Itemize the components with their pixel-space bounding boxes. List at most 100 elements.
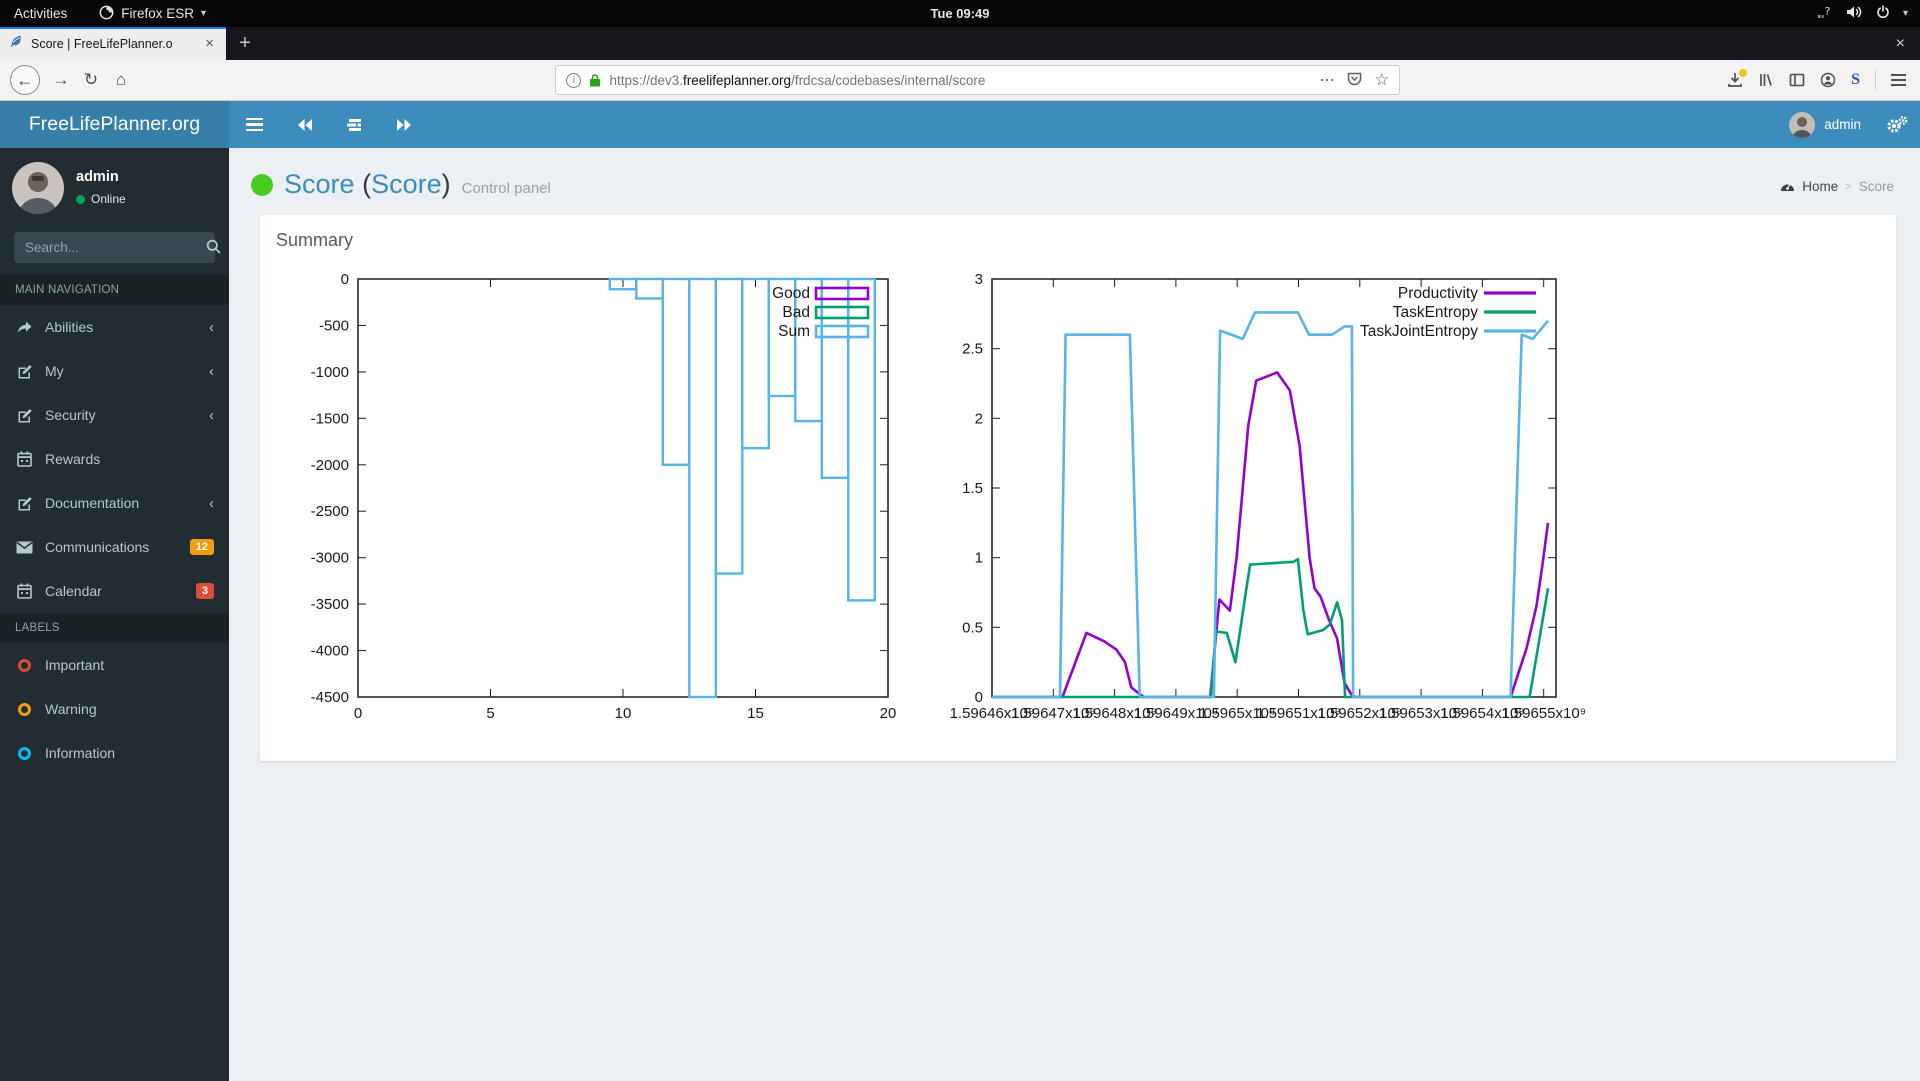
breadcrumb: Home > Score — [1780, 175, 1894, 195]
app-menu-button[interactable]: Firefox ESR ▾ — [91, 0, 214, 27]
system-tray[interactable]: ? ▾ — [1817, 0, 1920, 27]
page-info-icon[interactable]: i — [566, 72, 582, 88]
sidebar-item-my[interactable]: My ‹ — [0, 349, 229, 393]
sidebar-label-information[interactable]: Information — [0, 731, 229, 775]
svg-text:0.5: 0.5 — [962, 619, 983, 636]
back-button[interactable]: ← — [10, 65, 40, 95]
firefox-icon — [99, 5, 114, 23]
tab-close-button[interactable]: × — [202, 34, 217, 53]
svg-text:1: 1 — [975, 550, 983, 567]
sidebar-label-important[interactable]: Important — [0, 643, 229, 687]
power-icon — [1876, 5, 1890, 22]
activities-button[interactable]: Activities — [0, 0, 81, 27]
page-title: Score (Score) — [284, 169, 451, 199]
window-close-button[interactable]: × — [1881, 27, 1920, 60]
sidebar-search — [14, 232, 221, 263]
url-bar[interactable]: i https://dev3.freelifeplanner.org/frdcs… — [555, 65, 1401, 95]
svg-text:2.5: 2.5 — [962, 341, 983, 358]
browser-toolbar: ← → ↻ ⌂ i https://dev3.freelifeplanner.o… — [0, 60, 1920, 101]
sidebar-item-security[interactable]: Security ‹ — [0, 393, 229, 437]
downloads-button[interactable] — [1727, 69, 1748, 88]
svg-text:Bad: Bad — [782, 304, 810, 321]
reload-button[interactable]: ↻ — [76, 65, 106, 95]
svg-text:TaskEntropy: TaskEntropy — [1393, 304, 1479, 321]
chart-productivity-entropy: 1.59646x10⁹ 1.59647x10⁹ 1.59648x10⁹ 1.59649… — [946, 265, 1587, 732]
chart-good-bad-sum: 0 5 10 15 20 0 -500 -1000 -1500 -2000 -2500 -3000 -3… — [280, 265, 900, 732]
svg-text:2: 2 — [975, 410, 983, 427]
svg-text:-3000: -3000 — [311, 550, 349, 567]
new-tab-button[interactable]: + — [226, 27, 264, 60]
app-menu-label: Firefox ESR — [121, 6, 195, 21]
sidebar: admin Online MAIN NAVIGATION A — [0, 148, 229, 1081]
sidebar-item-rewards[interactable]: Rewards — [0, 437, 229, 481]
chevron-left-icon: ‹ — [209, 318, 214, 336]
forward-button[interactable]: → — [46, 65, 76, 95]
home-button[interactable]: ⌂ — [106, 65, 136, 95]
rewind-button[interactable] — [279, 101, 329, 148]
sidebar-section-header: MAIN NAVIGATION — [0, 275, 229, 305]
app-navbar: FreeLifePlanner.org admin — [0, 101, 1920, 148]
content-header: Score (Score) Control panel Home > Score — [229, 148, 1920, 200]
svg-text:?: ? — [1825, 5, 1831, 18]
sidebar-item-communications[interactable]: Communications 12 — [0, 525, 229, 569]
sidebar-item-documentation[interactable]: Documentation ‹ — [0, 481, 229, 525]
sidebar-username: admin — [76, 169, 119, 185]
app-brand[interactable]: FreeLifePlanner.org — [0, 101, 229, 148]
online-status-dot — [76, 194, 85, 204]
avatar — [1789, 111, 1816, 138]
edit-icon — [15, 407, 34, 423]
search-input[interactable] — [25, 240, 202, 255]
user-status[interactable]: Online — [76, 192, 126, 206]
svg-text:15: 15 — [747, 705, 764, 722]
sidebar-user-panel: admin Online — [0, 148, 229, 230]
pocket-icon[interactable] — [1347, 72, 1362, 89]
chevron-left-icon: ‹ — [209, 362, 214, 380]
edit-icon — [15, 363, 34, 379]
svg-text:0: 0 — [354, 705, 362, 722]
card-title: Summary — [276, 230, 354, 250]
fast-forward-button[interactable] — [379, 101, 429, 148]
dashboard-icon — [1780, 179, 1795, 195]
breadcrumb-home-link[interactable]: Home — [1802, 179, 1838, 194]
calendar-icon — [15, 583, 34, 599]
network-status-icon: ? — [1817, 5, 1833, 22]
sidebar-label-warning[interactable]: Warning — [0, 687, 229, 731]
svg-text:0: 0 — [975, 689, 983, 706]
envelope-icon — [15, 541, 34, 554]
sidebar-item-abilities[interactable]: Abilities ‹ — [0, 305, 229, 349]
svg-text:TaskJointEntropy: TaskJointEntropy — [1360, 323, 1478, 340]
summary-card: Summary 0 5 10 15 20 0 -500 -1000 -1500 -2000 -250… — [260, 215, 1896, 761]
s-extension-button[interactable]: S — [1851, 71, 1860, 89]
browser-tab-active[interactable]: Score | FreeLifePlanner.o × — [0, 27, 226, 60]
chevron-down-icon: ▾ — [1902, 8, 1908, 19]
circle-outline-icon — [18, 746, 31, 760]
library-button[interactable] — [1758, 72, 1774, 88]
page-actions-icon[interactable]: ⋯ — [1319, 70, 1335, 90]
svg-text:Sum: Sum — [778, 323, 810, 340]
user-menu-button[interactable]: admin — [1776, 101, 1874, 148]
clock[interactable]: Tue 09:49 — [930, 6, 989, 21]
breadcrumb-separator: > — [1845, 180, 1852, 193]
svg-text:Productivity: Productivity — [1398, 285, 1478, 302]
avatar — [12, 162, 64, 214]
search-button[interactable] — [202, 235, 225, 261]
settings-gears-button[interactable] — [1874, 101, 1920, 148]
sidebar-item-calendar[interactable]: Calendar 3 — [0, 569, 229, 613]
svg-text:-1500: -1500 — [311, 410, 349, 427]
circle-outline-icon — [18, 658, 31, 672]
svg-text:-4000: -4000 — [311, 643, 349, 660]
sidebar-section-header: LABELS — [0, 613, 229, 643]
bookmark-star-icon[interactable]: ☆ — [1374, 70, 1389, 90]
browser-menu-button[interactable] — [1891, 74, 1906, 86]
account-button[interactable] — [1820, 72, 1836, 88]
circle-outline-icon — [18, 702, 31, 716]
chevron-left-icon: ‹ — [209, 406, 214, 424]
calendar-badge: 3 — [195, 583, 214, 599]
system-top-bar: Activities Firefox ESR ▾ Tue 09:49 ? ▾ — [0, 0, 1920, 27]
communications-badge: 12 — [189, 539, 214, 555]
screen: Activities Firefox ESR ▾ Tue 09:49 ? ▾ S… — [0, 0, 1920, 1081]
svg-text:5: 5 — [486, 705, 494, 722]
sidebar-collapse-button[interactable] — [229, 101, 279, 148]
task-list-button[interactable] — [329, 101, 379, 148]
sidebar-toggle-button[interactable] — [1789, 72, 1805, 88]
